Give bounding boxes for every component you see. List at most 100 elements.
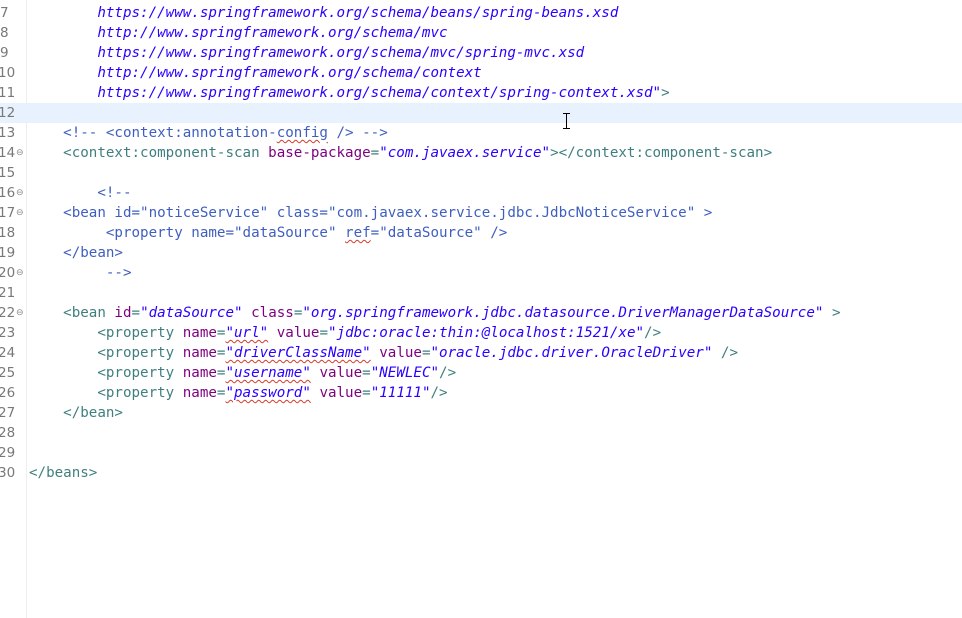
code-line[interactable]: 9 https://www.springframework.org/schema… [0, 43, 962, 63]
code-line[interactable]: 7 https://www.springframework.org/schema… [0, 3, 962, 23]
line-number: 7 [0, 5, 9, 21]
collapse-minus-icon[interactable]: ⊖ [16, 203, 24, 223]
code-text: <!-- <context:annotation-config /> --> [29, 123, 388, 143]
code-token: "com.javaex.service" [379, 145, 551, 161]
code-token: <property [29, 325, 183, 341]
code-token: https://www.springframework.org/schema/c… [29, 85, 662, 101]
code-token: "NEWLEC" [370, 365, 440, 381]
code-token: <context:component-scan [29, 145, 269, 161]
code-line[interactable]: 19 </bean> [0, 243, 962, 263]
line-number: 16 [0, 185, 16, 201]
collapse-minus-icon[interactable]: ⊖ [16, 143, 24, 163]
code-token: > [661, 85, 670, 101]
line-number: 23 [0, 325, 16, 341]
line-number: 20 [0, 265, 16, 281]
code-line[interactable]: 18 <property name="dataSource" ref="data… [0, 223, 962, 243]
code-token: https://www.springframework.org/schema/b… [29, 5, 619, 21]
code-line[interactable]: 11 https://www.springframework.org/schem… [0, 83, 962, 103]
line-number: 10 [0, 65, 16, 81]
code-line[interactable]: 10 http://www.springframework.org/schema… [0, 63, 962, 83]
line-number: 9 [0, 45, 9, 61]
code-line[interactable]: 17 ⊖ <bean id="noticeService" class="com.… [0, 203, 962, 223]
code-token: "dataSource" [140, 305, 243, 321]
code-token: "url" [225, 325, 269, 341]
code-token: http://www.springframework.org/schema/co… [29, 65, 482, 81]
code-text: <property name="dataSource" ref="dataSou… [29, 223, 507, 243]
code-text: </bean> [29, 403, 123, 423]
line-number: 15 [0, 165, 16, 181]
code-token: "password" [225, 385, 311, 401]
xml-code-editor[interactable]: 7 https://www.springframework.org/schema… [0, 0, 962, 618]
code-token: = [131, 305, 141, 321]
code-line[interactable]: 12 [0, 103, 962, 123]
line-number: 30 [0, 465, 16, 481]
code-text: http://www.springframework.org/schema/co… [29, 63, 482, 83]
code-text: --> [29, 263, 132, 283]
code-token: value [379, 345, 422, 361]
code-line[interactable]: 25 <property name="username" value="NEWL… [0, 363, 962, 383]
code-token: <bean id="noticeService" class="com.java… [29, 205, 713, 221]
code-line[interactable]: 24 <property name = "driverClassName" valu… [0, 343, 962, 363]
code-token: <property [29, 345, 183, 361]
code-line[interactable]: 23 <property name="url" value="jdbc:orac… [0, 323, 962, 343]
code-token: "oracle.jdbc.driver.OracleDriver" [430, 345, 713, 361]
code-line[interactable]: 22 ⊖ <bean id="dataSource" class="org.spr… [0, 303, 962, 323]
code-text: </beans> [29, 463, 97, 483]
code-line[interactable]: 28 [0, 423, 962, 443]
code-text: https://www.springframework.org/schema/m… [29, 43, 584, 63]
code-token: value [276, 325, 320, 341]
code-token: <!-- [29, 185, 132, 201]
code-token: /> [712, 345, 738, 361]
code-token: class [251, 305, 294, 321]
code-text: <property name="url" value="jdbc:oracle:… [29, 323, 661, 343]
collapse-minus-icon[interactable]: ⊖ [16, 303, 24, 323]
line-number: 26 [0, 385, 16, 401]
code-line[interactable]: 16 ⊖ <!-- [0, 183, 962, 203]
code-token: ref [345, 225, 371, 241]
code-line[interactable]: 21 [0, 283, 962, 303]
code-token: base-package [268, 145, 371, 161]
code-line[interactable]: 8 http://www.springframework.org/schema/… [0, 23, 962, 43]
code-token: <property [29, 365, 183, 381]
line-number: 29 [0, 445, 16, 461]
line-number: 8 [0, 25, 9, 41]
code-token: http://www.springframework.org/schema/mv… [29, 25, 448, 41]
line-number: 19 [0, 245, 16, 261]
code-line[interactable]: 14 ⊖ <context:component-scan base-package… [0, 143, 962, 163]
code-text: <property name="driverClassName" value="… [29, 343, 738, 363]
code-text: <!-- [29, 183, 132, 203]
line-number: 22 [0, 305, 16, 321]
code-line[interactable]: 30 </beans> [0, 463, 962, 483]
collapse-minus-icon[interactable]: ⊖ [16, 183, 24, 203]
code-line[interactable]: 15 [0, 163, 962, 183]
collapse-minus-icon[interactable]: ⊖ [16, 263, 24, 283]
code-token: /> [644, 325, 662, 341]
code-token: ></context:component-scan> [550, 145, 773, 161]
code-token: name [182, 345, 217, 361]
code-token: <bean [29, 305, 115, 321]
code-lines: 7 https://www.springframework.org/schema… [0, 3, 962, 483]
code-token: = [362, 385, 371, 401]
code-text: https://www.springframework.org/schema/b… [29, 3, 618, 23]
code-text: <bean id="dataSource" class="org.springf… [29, 303, 840, 323]
line-number: 12 [0, 105, 16, 121]
code-token: name [182, 365, 217, 381]
code-token: <property [29, 385, 183, 401]
line-number: 25 [0, 365, 16, 381]
code-token: /> [430, 385, 448, 401]
line-number: 14 [0, 145, 16, 161]
code-token: "11111" [370, 385, 431, 401]
code-line[interactable]: 13 <!-- <context:annotation-config /> --… [0, 123, 962, 143]
code-line[interactable]: 27 </bean> [0, 403, 962, 423]
code-line[interactable]: 20 ⊖ --> [0, 263, 962, 283]
code-line[interactable]: 29 [0, 443, 962, 463]
code-token: </beans> [29, 465, 98, 481]
code-token: value [319, 385, 363, 401]
code-text: <property name="username" value="NEWLEC"… [29, 363, 456, 383]
code-line[interactable]: 26 <property name="password" value="1111… [0, 383, 962, 403]
code-token: "jdbc:oracle:thin:@localhost:1521/xe" [328, 325, 645, 341]
line-number: 13 [0, 125, 16, 141]
code-token: id [114, 305, 132, 321]
